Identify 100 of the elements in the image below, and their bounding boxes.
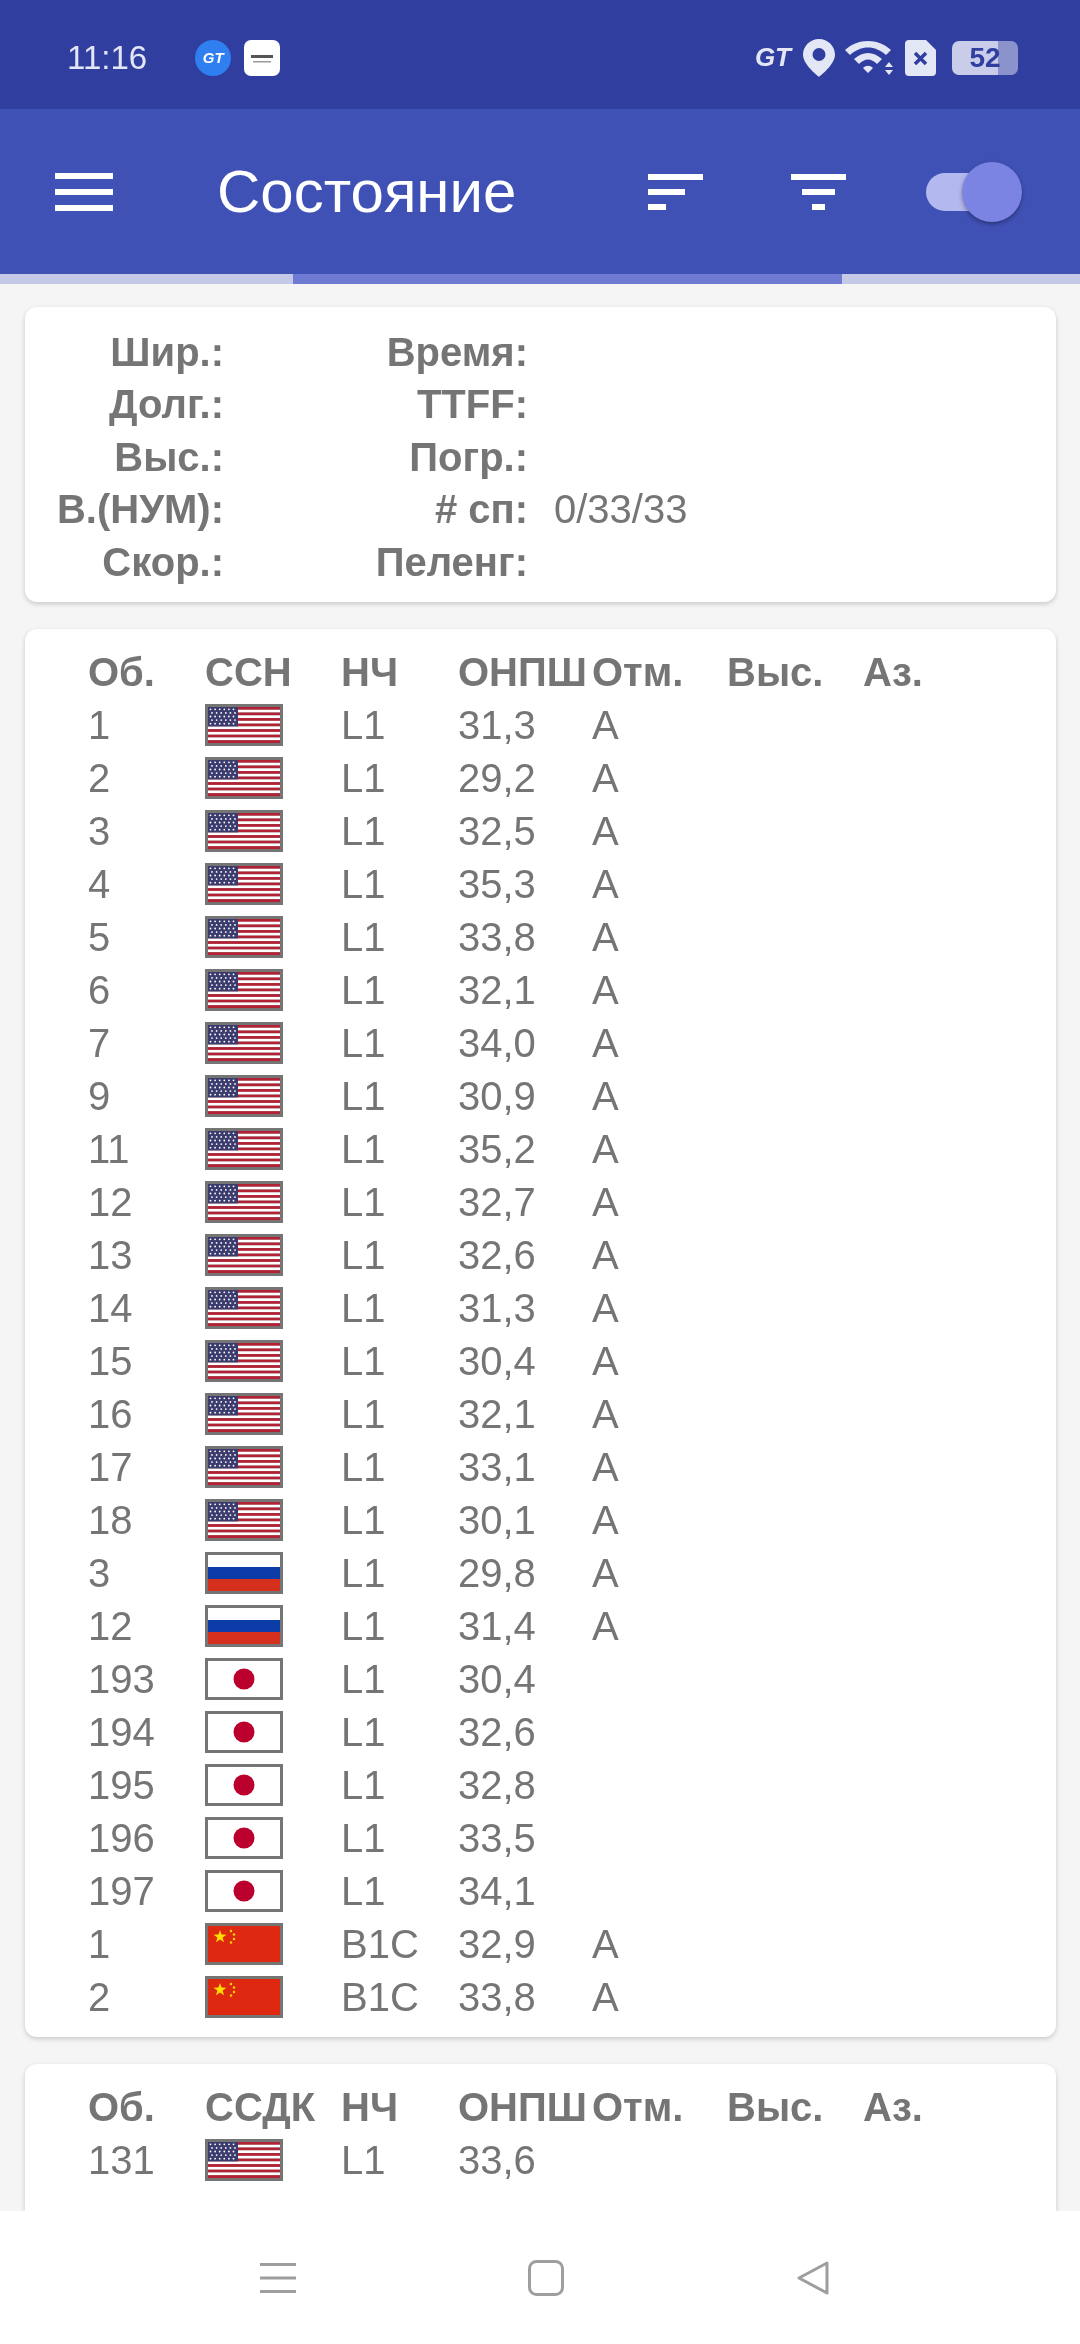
- column-header: Аз.: [863, 2085, 923, 2130]
- used-mark: A: [592, 914, 619, 960]
- satellite-number: 3: [88, 1550, 111, 1596]
- snr-value: 31,4: [458, 1603, 536, 1649]
- used-mark: A: [592, 1550, 619, 1596]
- satellite-number: 4: [88, 861, 111, 907]
- home-square-icon[interactable]: [528, 2259, 564, 2296]
- column-header: НЧ: [341, 650, 398, 695]
- satellite-number: 197: [88, 1868, 155, 1914]
- band-label: L1: [341, 755, 386, 801]
- notification-badge: GT: [195, 39, 232, 76]
- band-label: L1: [341, 1232, 386, 1278]
- used-mark: A: [592, 1073, 619, 1119]
- usa-flag-icon: [205, 969, 283, 1011]
- column-header: Отм.: [592, 650, 684, 695]
- snr-value: 32,6: [458, 1709, 536, 1755]
- usa-flag-icon: [205, 1128, 283, 1170]
- band-label: B1C: [341, 1921, 419, 1967]
- band-label: L1: [341, 1020, 386, 1066]
- usa-flag-icon: [205, 757, 283, 799]
- snr-value: 29,8: [458, 1550, 536, 1596]
- snr-value: 33,8: [458, 914, 536, 960]
- snr-value: 31,3: [458, 702, 536, 748]
- toggle-switch[interactable]: [926, 161, 1022, 222]
- snr-value: 35,3: [458, 861, 536, 907]
- usa-flag-icon: [205, 810, 283, 852]
- usa-flag-icon: [205, 1287, 283, 1329]
- field-label: Пеленг:: [374, 539, 528, 585]
- usa-flag-icon: [205, 863, 283, 905]
- snr-value: 31,3: [458, 1285, 536, 1331]
- snr-value: 32,5: [458, 808, 536, 854]
- column-header: Выс.: [727, 2085, 824, 2130]
- band-label: L1: [341, 702, 386, 748]
- band-label: L1: [341, 1126, 386, 1172]
- usa-flag-icon: [205, 1393, 283, 1435]
- snr-value: 32,7: [458, 1179, 536, 1225]
- snr-value: 30,4: [458, 1656, 536, 1702]
- usa-flag-icon: [205, 1234, 283, 1276]
- band-label: L1: [341, 1709, 386, 1755]
- satellite-number: 193: [88, 1656, 155, 1702]
- used-mark: A: [592, 1338, 619, 1384]
- field-label: # сп:: [433, 487, 528, 533]
- band-label: L1: [341, 1868, 386, 1914]
- snr-value: 32,8: [458, 1762, 536, 1808]
- satellite-number: 194: [88, 1709, 155, 1755]
- used-mark: A: [592, 1497, 619, 1543]
- status-time: 11:16: [67, 38, 148, 77]
- snr-value: 32,6: [458, 1232, 536, 1278]
- used-mark: A: [592, 1921, 619, 1967]
- usa-flag-icon: [205, 1181, 283, 1223]
- satellite-number: 2: [88, 755, 111, 801]
- field-value: 0/33/33: [554, 487, 688, 533]
- used-mark: A: [592, 808, 619, 854]
- satellite-number: 9: [88, 1073, 111, 1119]
- snr-value: 32,1: [458, 1391, 536, 1437]
- satellite-number: 2: [88, 1974, 111, 2020]
- used-mark: A: [592, 1285, 619, 1331]
- column-header: Об.: [88, 2085, 155, 2130]
- snr-value: 33,1: [458, 1444, 536, 1490]
- snr-value: 29,2: [458, 755, 536, 801]
- app-icon: [244, 39, 281, 76]
- snr-value: 33,5: [458, 1815, 536, 1861]
- sort-icon[interactable]: [648, 173, 703, 210]
- snr-value: 34,1: [458, 1868, 536, 1914]
- china-flag-icon: [205, 1923, 283, 1965]
- used-mark: A: [592, 1179, 619, 1225]
- usa-flag-icon: [205, 916, 283, 958]
- snr-value: 32,1: [458, 967, 536, 1013]
- satellite-number: 12: [88, 1603, 133, 1649]
- menu-icon[interactable]: [55, 172, 113, 211]
- band-label: L1: [341, 1656, 386, 1702]
- band-label: L1: [341, 808, 386, 854]
- japan-flag-icon: [205, 1764, 283, 1806]
- satellite-number: 13: [88, 1232, 133, 1278]
- column-header: Аз.: [863, 650, 923, 695]
- japan-flag-icon: [205, 1658, 283, 1700]
- field-label: TTFF:: [415, 382, 528, 428]
- field-label: Погр.:: [408, 434, 528, 480]
- used-mark: A: [592, 1444, 619, 1490]
- screen-title: Состояние: [217, 157, 518, 226]
- back-triangle-icon[interactable]: [796, 2259, 830, 2296]
- used-mark: A: [592, 967, 619, 1013]
- usa-flag-icon: [205, 704, 283, 746]
- satellite-number: 3: [88, 808, 111, 854]
- snr-value: 35,2: [458, 1126, 536, 1172]
- filter-icon[interactable]: [791, 173, 846, 210]
- japan-flag-icon: [205, 1711, 283, 1753]
- used-mark: A: [592, 1603, 619, 1649]
- satellite-number: 17: [88, 1444, 133, 1490]
- field-label: Выс.:: [113, 434, 224, 480]
- status-label: GT: [754, 42, 791, 73]
- band-label: B1C: [341, 1974, 419, 2020]
- band-label: L1: [341, 1179, 386, 1225]
- satellite-number: 1: [88, 1921, 111, 1967]
- used-mark: A: [592, 1020, 619, 1066]
- used-mark: A: [592, 1974, 619, 2020]
- column-header: ССДК: [205, 2085, 316, 2130]
- satellite-number: 7: [88, 1020, 111, 1066]
- field-label: Шир.:: [109, 329, 224, 375]
- satellite-number: 6: [88, 967, 111, 1013]
